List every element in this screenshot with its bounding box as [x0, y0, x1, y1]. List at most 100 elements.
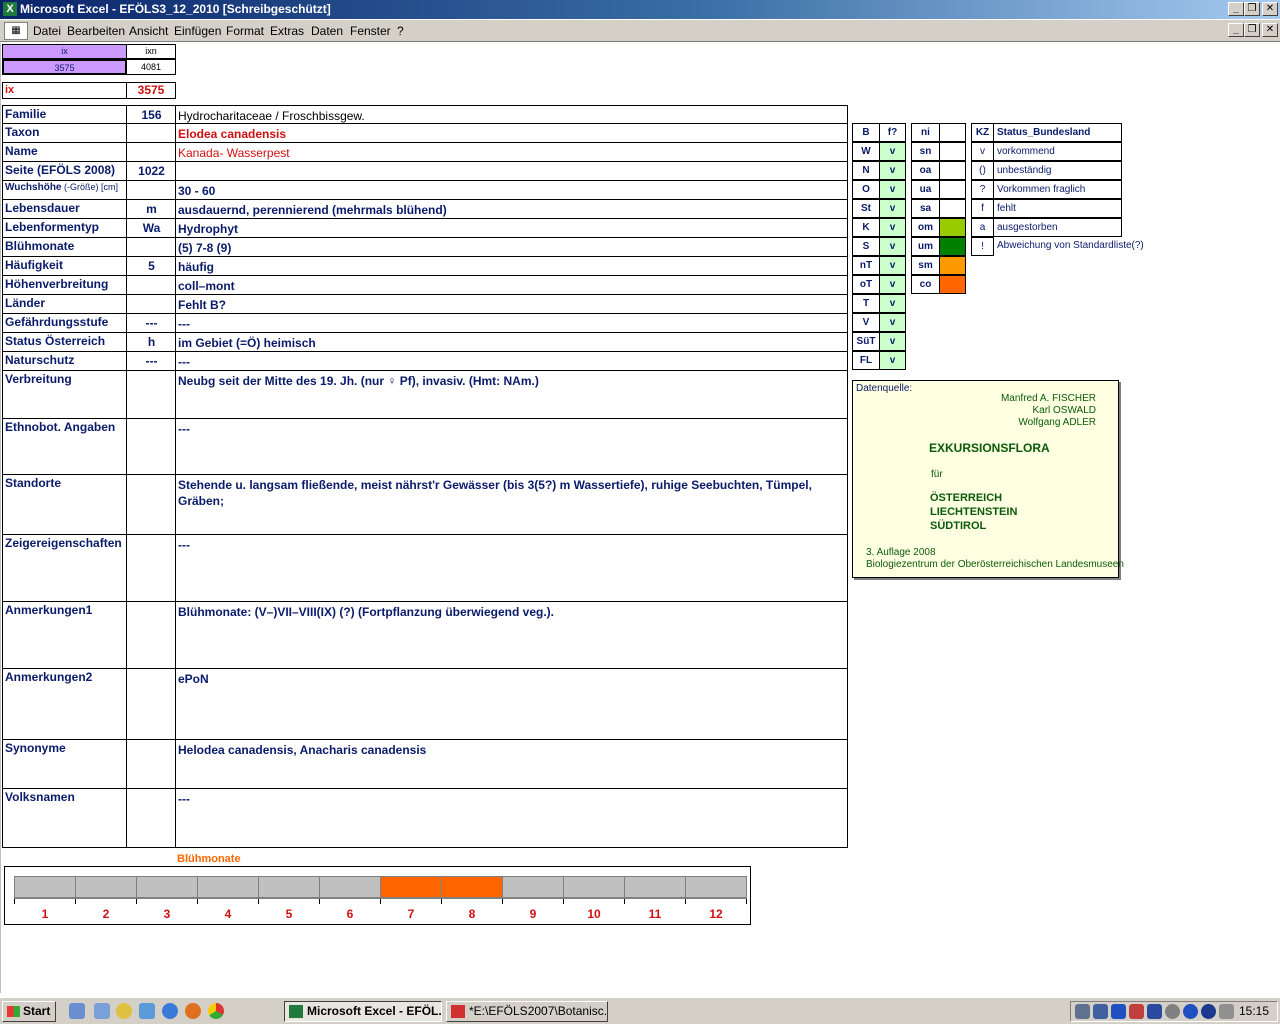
row-code[interactable]: 1022: [126, 161, 176, 181]
row-value[interactable]: Hydrocharitaceae / Froschbissgew.: [175, 105, 848, 124]
row-value[interactable]: im Gebiet (=Ö) heimisch: [175, 332, 848, 352]
bloom-month-label: 10: [587, 907, 601, 921]
row-value[interactable]: Blühmonate: (V–)VII–VIII(IX) (?) (Fortpf…: [175, 601, 848, 669]
menu-einfuegen[interactable]: Einfügen: [174, 24, 221, 38]
region-value[interactable]: v: [879, 180, 906, 199]
altitude-color-swatch: [939, 275, 966, 294]
region-value[interactable]: v: [879, 161, 906, 180]
row-value[interactable]: [175, 161, 848, 181]
minimize-button[interactable]: _: [1228, 2, 1244, 16]
row-code[interactable]: [126, 418, 176, 475]
row-value[interactable]: coll–mont: [175, 275, 848, 295]
row-code[interactable]: h: [126, 332, 176, 352]
menu-datei[interactable]: Datei: [33, 24, 61, 38]
row-code[interactable]: [126, 237, 176, 257]
region-value[interactable]: v: [879, 294, 906, 313]
excel-icon[interactable]: X: [3, 2, 17, 16]
doc-restore-button[interactable]: ❐: [1244, 23, 1260, 37]
row-value[interactable]: ---: [175, 313, 848, 333]
altitude-code: sm: [911, 256, 940, 275]
region-value[interactable]: v: [879, 351, 906, 370]
row-value[interactable]: ausdauernd, perennierend (mehrmals blühe…: [175, 199, 848, 219]
region-value[interactable]: v: [879, 199, 906, 218]
region-value[interactable]: v: [879, 275, 906, 294]
menu-daten[interactable]: Daten: [311, 24, 343, 38]
update-icon[interactable]: [1201, 1004, 1216, 1019]
menu-fenster[interactable]: Fenster: [350, 24, 391, 38]
row-value[interactable]: Kanada- Wasserpest: [175, 142, 848, 162]
row-label-text: Seite (EFÖLS 2008): [5, 163, 116, 177]
settings-icon[interactable]: [1165, 1004, 1180, 1019]
row-code[interactable]: Wa: [126, 218, 176, 238]
row-value[interactable]: Elodea canadensis: [175, 123, 848, 143]
ixn-value-cell[interactable]: 4081: [126, 59, 176, 75]
restore-button[interactable]: ❐: [1244, 2, 1260, 16]
info-icon[interactable]: [1183, 1004, 1198, 1019]
browser-icon[interactable]: [162, 1003, 178, 1019]
clock: 15:15: [1238, 1004, 1269, 1018]
row-value[interactable]: ---: [175, 788, 848, 848]
row-value[interactable]: ---: [175, 418, 848, 475]
ie-icon[interactable]: [69, 1003, 85, 1019]
network-icon[interactable]: [1093, 1004, 1108, 1019]
row-code[interactable]: [126, 370, 176, 419]
row-code[interactable]: [126, 534, 176, 602]
row-code[interactable]: ---: [126, 351, 176, 371]
shield-icon[interactable]: [1147, 1004, 1162, 1019]
search-icon[interactable]: [1075, 1004, 1090, 1019]
desktop-icon[interactable]: [94, 1003, 110, 1019]
close-button[interactable]: ✕: [1262, 2, 1278, 16]
row-value[interactable]: Fehlt B?: [175, 294, 848, 314]
ix-value-cell[interactable]: 3575: [2, 59, 127, 75]
menu-help[interactable]: ?: [397, 24, 404, 38]
row-code[interactable]: [126, 142, 176, 162]
doc-minimize-button[interactable]: _: [1228, 23, 1244, 37]
row-label-text: Blühmonate: [5, 239, 75, 253]
row-value[interactable]: Neubg seit der Mitte des 19. Jh. (nur ♀ …: [175, 370, 848, 419]
row-value[interactable]: häufig: [175, 256, 848, 276]
row-code[interactable]: [126, 788, 176, 848]
row-code[interactable]: 156: [126, 105, 176, 124]
volume-icon[interactable]: [1219, 1004, 1234, 1019]
row-code[interactable]: [126, 294, 176, 314]
doc-close-button[interactable]: ✕: [1262, 23, 1278, 37]
row-value[interactable]: Helodea canadensis, Anacharis canadensis: [175, 739, 848, 789]
row-code[interactable]: m: [126, 199, 176, 219]
region-value[interactable]: v: [879, 218, 906, 237]
region-value[interactable]: v: [879, 313, 906, 332]
region-value[interactable]: v: [879, 332, 906, 351]
row-code[interactable]: [126, 474, 176, 535]
firefox-icon[interactable]: [185, 1003, 201, 1019]
row-value[interactable]: ---: [175, 351, 848, 371]
row-code[interactable]: [126, 668, 176, 740]
media-player-icon[interactable]: [116, 1003, 132, 1019]
row-value[interactable]: ePoN: [175, 668, 848, 740]
row-code[interactable]: [126, 739, 176, 789]
menu-extras[interactable]: Extras: [270, 24, 304, 38]
row-value[interactable]: (5) 7-8 (9): [175, 237, 848, 257]
row-value[interactable]: ---: [175, 534, 848, 602]
row-code[interactable]: [126, 275, 176, 295]
region-value[interactable]: v: [879, 256, 906, 275]
security-icon[interactable]: [1129, 1004, 1144, 1019]
menu-format[interactable]: Format: [226, 24, 264, 38]
row-code[interactable]: 5: [126, 256, 176, 276]
explorer-icon[interactable]: [139, 1003, 155, 1019]
chrome-icon[interactable]: [208, 1003, 224, 1019]
row-code[interactable]: [126, 123, 176, 143]
task-excel[interactable]: Microsoft Excel - EFÖL...: [284, 1001, 442, 1022]
row-code[interactable]: [126, 601, 176, 669]
menu-ansicht[interactable]: Ansicht: [129, 24, 168, 38]
region-value[interactable]: v: [879, 142, 906, 161]
region-value[interactable]: v: [879, 237, 906, 256]
antivirus-icon[interactable]: [1111, 1004, 1126, 1019]
task-paint[interactable]: *E:\EFÖLS2007\Botanisc...: [446, 1001, 608, 1022]
row-value[interactable]: 30 - 60: [175, 180, 848, 200]
row-value[interactable]: Stehende u. langsam fließende, meist näh…: [175, 474, 848, 535]
document-icon[interactable]: ▦: [4, 22, 28, 40]
row-value[interactable]: Hydrophyt: [175, 218, 848, 238]
row-code[interactable]: ---: [126, 313, 176, 333]
start-button[interactable]: Start: [2, 1001, 56, 1022]
menu-bearbeiten[interactable]: Bearbeiten: [67, 24, 125, 38]
row-code[interactable]: [126, 180, 176, 200]
